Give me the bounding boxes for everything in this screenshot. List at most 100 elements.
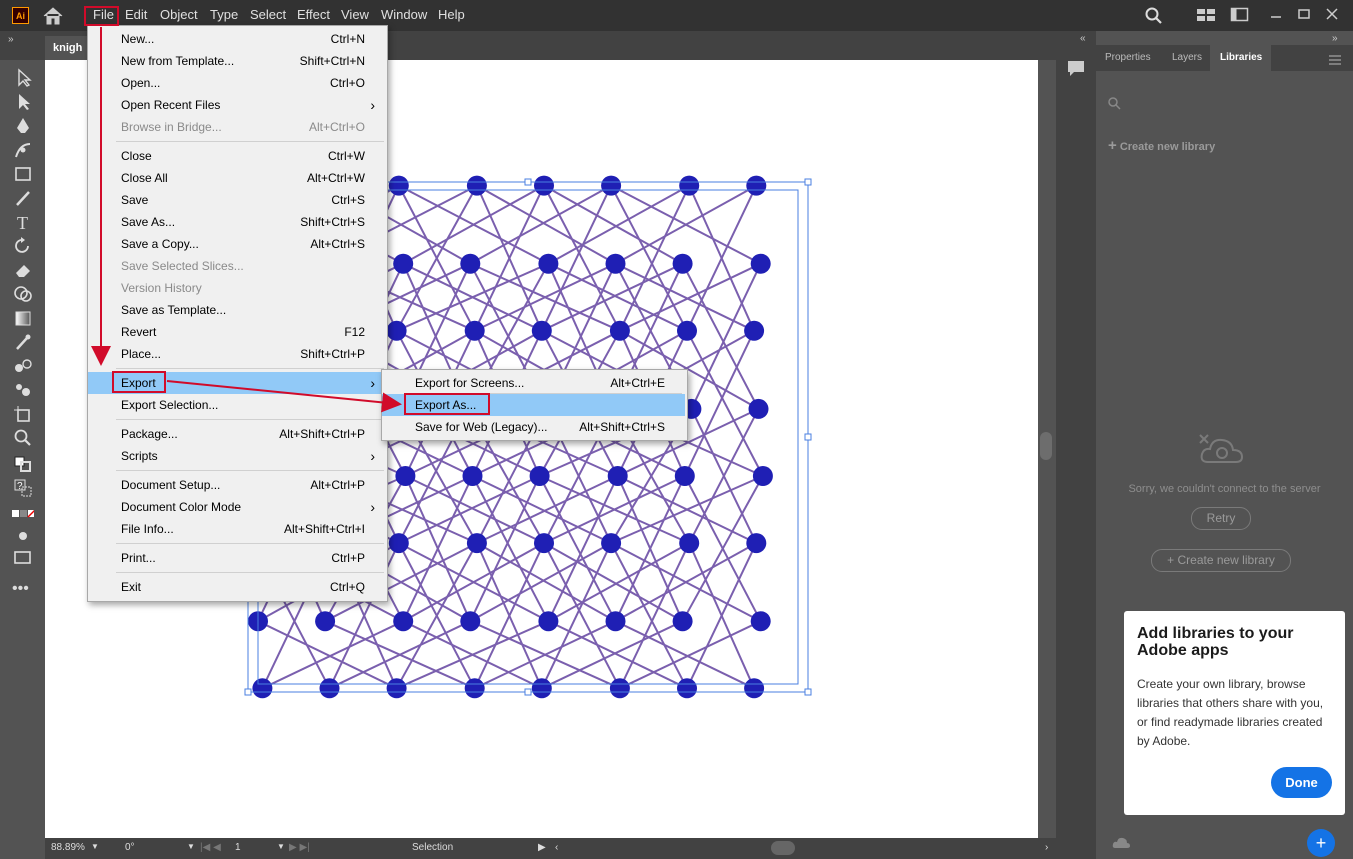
- symbol-sprayer-tool-icon[interactable]: [12, 380, 34, 400]
- fill-stroke-swap-icon[interactable]: [12, 454, 34, 474]
- lattice-line: [474, 620, 616, 690]
- menu-window[interactable]: Window: [381, 7, 427, 22]
- file-menu-item-open[interactable]: Open... Ctrl+O: [88, 72, 385, 94]
- horizontal-scroll-thumb[interactable]: [771, 841, 795, 855]
- type-tool-icon[interactable]: T: [12, 212, 34, 233]
- done-button[interactable]: Done: [1271, 767, 1332, 798]
- menu-item-label: Save As...: [121, 215, 176, 229]
- create-library-link[interactable]: + Create new library: [1108, 137, 1215, 154]
- pen-tool-icon[interactable]: [12, 116, 34, 136]
- file-menu-item-exit[interactable]: Exit Ctrl+Q: [88, 576, 385, 598]
- zoom-dropdown-icon[interactable]: ▼: [91, 842, 99, 851]
- file-menu-item-new-from-template[interactable]: New from Template... Shift+Ctrl+N: [88, 50, 385, 72]
- screen-mode-icon[interactable]: [12, 548, 34, 568]
- color-mode-icon[interactable]: [12, 506, 36, 526]
- file-menu-item-document-color-mode[interactable]: Document Color Mode ›: [88, 496, 385, 518]
- file-menu-item-document-setup[interactable]: Document Setup... Alt+Ctrl+P: [88, 474, 385, 496]
- eraser-tool-icon[interactable]: [12, 260, 34, 280]
- menu-edit[interactable]: Edit: [125, 7, 147, 22]
- file-menu-item-scripts[interactable]: Scripts ›: [88, 445, 385, 467]
- menu-type[interactable]: Type: [210, 7, 238, 22]
- export-menu-item-save-for-web-legacy[interactable]: Save for Web (Legacy)... Alt+Shift+Ctrl+S: [382, 416, 685, 438]
- curvature-tool-icon[interactable]: [12, 140, 34, 160]
- menu-view[interactable]: View: [341, 7, 369, 22]
- selection-handle[interactable]: [524, 688, 532, 696]
- rectangle-tool-icon[interactable]: [12, 164, 34, 184]
- library-search-input[interactable]: [1125, 93, 1325, 111]
- search-icon[interactable]: [1144, 6, 1164, 24]
- horizontal-scroll-left-icon[interactable]: ‹: [555, 842, 558, 853]
- more-tools-icon[interactable]: •••: [12, 580, 34, 600]
- tab-properties[interactable]: Properties: [1105, 52, 1151, 63]
- library-search-icon[interactable]: [1107, 96, 1121, 113]
- rotate-tool-icon[interactable]: [12, 236, 34, 256]
- file-menu-item-save[interactable]: Save Ctrl+S: [88, 189, 385, 211]
- gradient-tool-icon[interactable]: [12, 308, 34, 328]
- close-window-icon[interactable]: [1322, 6, 1342, 24]
- workspace-switcher-icon[interactable]: [1230, 6, 1250, 24]
- minimize-window-icon[interactable]: [1266, 6, 1286, 24]
- artboard-nav-first-icon[interactable]: |◀ ◀: [200, 842, 221, 853]
- file-menu-item-place[interactable]: Place... Shift+Ctrl+P: [88, 343, 385, 365]
- arrange-documents-icon[interactable]: [1196, 6, 1216, 24]
- collapse-toolbar-icon[interactable]: »: [8, 34, 14, 45]
- selection-handle[interactable]: [524, 178, 532, 186]
- file-menu-item-save-a-copy[interactable]: Save a Copy... Alt+Ctrl+S: [88, 233, 385, 255]
- file-menu-item-revert[interactable]: Revert F12: [88, 321, 385, 343]
- cloud-sync-icon[interactable]: [1112, 836, 1130, 853]
- file-menu-item-print[interactable]: Print... Ctrl+P: [88, 547, 385, 569]
- tab-layers[interactable]: Layers: [1172, 52, 1202, 63]
- selection-tool-icon[interactable]: [12, 68, 34, 88]
- collapse-panel-icon[interactable]: »: [1332, 33, 1338, 44]
- vertical-scroll-thumb[interactable]: [1040, 432, 1052, 460]
- artboard-dropdown-icon[interactable]: ▼: [277, 842, 285, 851]
- selection-handle[interactable]: [804, 178, 812, 186]
- selection-handle[interactable]: [804, 688, 812, 696]
- draw-mode-icon[interactable]: [12, 526, 34, 546]
- menu-object[interactable]: Object: [160, 7, 198, 22]
- file-menu-item-package[interactable]: Package... Alt+Shift+Ctrl+P: [88, 423, 385, 445]
- menu-help[interactable]: Help: [438, 7, 465, 22]
- file-menu-item-close[interactable]: Close Ctrl+W: [88, 145, 385, 167]
- paintbrush-tool-icon[interactable]: [12, 188, 34, 208]
- rotation-field[interactable]: 0°: [125, 842, 135, 853]
- horizontal-scroll-right-icon[interactable]: ›: [1045, 842, 1048, 853]
- retry-button[interactable]: Retry: [1191, 507, 1251, 530]
- selection-handle[interactable]: [244, 688, 252, 696]
- zoom-level[interactable]: 88.89%: [51, 842, 85, 853]
- file-menu-item-save-as[interactable]: Save As... Shift+Ctrl+S: [88, 211, 385, 233]
- panel-menu-icon[interactable]: [1329, 54, 1341, 68]
- shape-builder-tool-icon[interactable]: [12, 284, 34, 304]
- tab-libraries[interactable]: Libraries: [1220, 52, 1262, 63]
- direct-selection-tool-icon[interactable]: [12, 92, 34, 112]
- create-library-button[interactable]: + Create new library: [1151, 549, 1291, 572]
- blend-tool-icon[interactable]: [12, 356, 34, 376]
- menu-select[interactable]: Select: [250, 7, 286, 22]
- add-icon: +: [1315, 833, 1327, 853]
- maximize-window-icon[interactable]: [1294, 6, 1314, 24]
- rotation-dropdown-icon[interactable]: ▼: [187, 842, 195, 851]
- eyedropper-tool-icon[interactable]: [12, 332, 34, 352]
- export-menu-item-export-for-screens[interactable]: Export for Screens... Alt+Ctrl+E: [382, 372, 685, 394]
- status-menu-icon[interactable]: ▶: [538, 842, 546, 853]
- comments-icon[interactable]: [1066, 58, 1086, 81]
- file-menu-item-new[interactable]: New... Ctrl+N: [88, 28, 385, 50]
- home-icon[interactable]: [42, 6, 64, 26]
- artboard-tool-icon[interactable]: [12, 404, 34, 424]
- zoom-tool-icon[interactable]: [12, 428, 34, 448]
- file-menu-item-close-all[interactable]: Close All Alt+Ctrl+W: [88, 167, 385, 189]
- file-menu-item-open-recent-files[interactable]: Open Recent Files ›: [88, 94, 385, 116]
- lattice-dot: [464, 320, 485, 341]
- lattice-dot: [750, 253, 771, 274]
- fill-stroke-selector-icon[interactable]: ?: [12, 478, 34, 498]
- add-content-button[interactable]: +: [1307, 829, 1335, 857]
- document-tab[interactable]: knigh: [45, 36, 90, 60]
- file-menu-item-export-selection[interactable]: Export Selection...: [88, 394, 385, 416]
- artboard-nav-last-icon[interactable]: ▶ ▶|: [289, 842, 310, 853]
- artboard-number[interactable]: 1: [235, 842, 241, 853]
- menu-effect[interactable]: Effect: [297, 7, 330, 22]
- selection-handle[interactable]: [804, 433, 812, 441]
- file-menu-item-file-info[interactable]: File Info... Alt+Shift+Ctrl+I: [88, 518, 385, 540]
- expand-dock-icon[interactable]: «: [1080, 33, 1086, 44]
- file-menu-item-save-as-template[interactable]: Save as Template...: [88, 299, 385, 321]
